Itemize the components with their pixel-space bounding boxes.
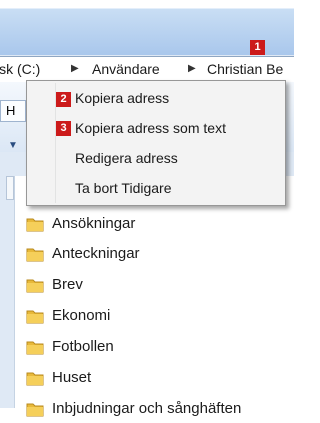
folder-icon [26, 279, 44, 293]
ribbon-tab-home[interactable]: H [0, 100, 26, 122]
callout-badge-2: 2 [56, 92, 71, 107]
address-context-menu: 2 Kopiera adress 3 Kopiera adress som te… [26, 80, 286, 206]
menu-item-label: Kopiera adress [75, 90, 170, 106]
folder-name: Anteckningar [52, 245, 140, 262]
address-segment-users[interactable]: Användare [92, 61, 160, 77]
navigation-pane-edge[interactable] [6, 176, 14, 200]
callout-badge-1: 1 [250, 40, 265, 55]
folder-name: Huset [52, 369, 92, 386]
menu-item-label: Redigera adress [75, 150, 178, 166]
folder-icon [26, 248, 44, 262]
chevron-right-icon[interactable]: ▶ [188, 63, 196, 74]
explorer-window: 1 isk (C:) ▶ Användare ▶ Christian Be H … [0, 0, 295, 417]
folder-name: Ekonomi [52, 307, 111, 324]
menu-item-label: Kopiera adress som text [75, 120, 226, 136]
menu-item-delete-history[interactable]: Ta bort Tidigare [27, 173, 285, 203]
folder-icon [26, 341, 44, 355]
folder-name: Brev [52, 276, 83, 293]
folder-name: Ansökningar [52, 215, 136, 232]
chevron-right-icon[interactable]: ▶ [71, 63, 79, 74]
folder-icon [26, 372, 44, 386]
chevron-down-icon[interactable]: ▼ [8, 140, 18, 151]
address-segment-drive[interactable]: isk (C:) [0, 61, 40, 77]
menu-item-copy-address[interactable]: 2 Kopiera adress [27, 83, 285, 113]
address-segment-user-folder[interactable]: Christian Be [207, 61, 283, 77]
folder-icon [26, 310, 44, 324]
menu-item-label: Ta bort Tidigare [75, 180, 172, 196]
address-bar[interactable]: isk (C:) ▶ Användare ▶ Christian Be [0, 56, 294, 83]
menu-item-edit-address[interactable]: Redigera adress [27, 143, 285, 173]
folder-name: Inbjudningar och sånghäften [52, 400, 242, 417]
folder-name: Fotbollen [52, 338, 114, 355]
menu-item-copy-address-as-text[interactable]: 3 Kopiera adress som text [27, 113, 285, 143]
folder-icon [26, 218, 44, 232]
folder-icon [26, 403, 44, 417]
callout-badge-3: 3 [56, 121, 71, 136]
